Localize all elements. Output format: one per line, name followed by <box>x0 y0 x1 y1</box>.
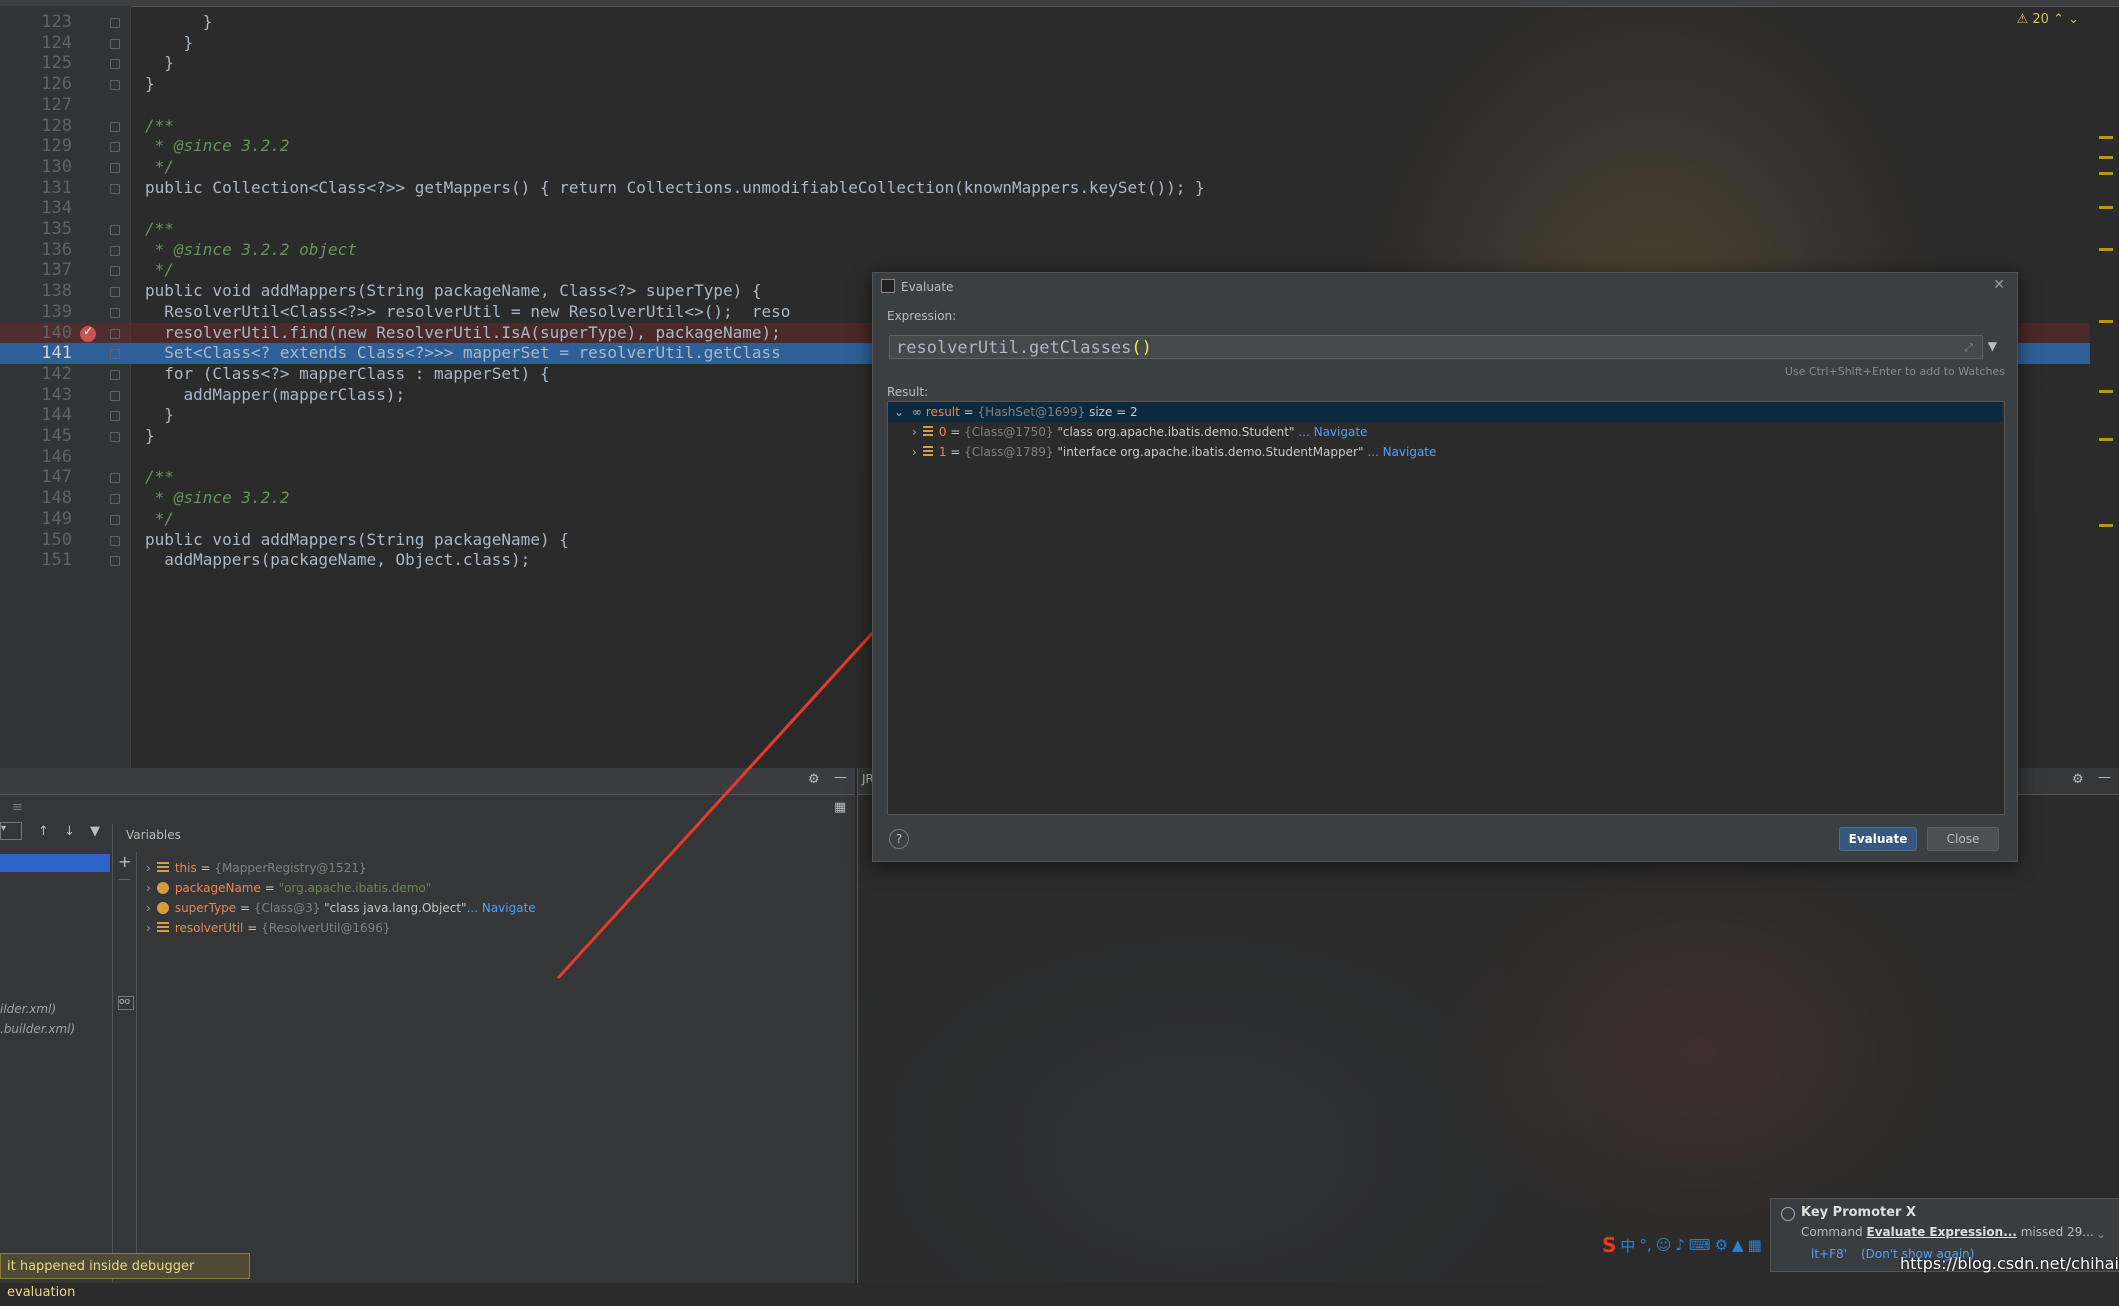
result-tree[interactable]: ⌄ ∞ result = {HashSet@1699} size = 2 › 0 =… <box>887 401 2005 815</box>
sogou-logo-icon[interactable]: S <box>1602 1233 1616 1257</box>
chevron-right-icon[interactable]: › <box>912 445 917 459</box>
item-value: "class org.apache.ibatis.demo.Student" <box>1053 425 1295 439</box>
dialog-title: Evaluate <box>881 279 953 294</box>
shortcut-text: lt+F8' <box>1811 1247 1847 1261</box>
expression-label: Expression: <box>887 309 957 323</box>
result-item-row[interactable]: › 1 = {Class@1789} "interface org.apache.… <box>888 442 2002 462</box>
result-label: Result: <box>887 385 929 399</box>
evaluate-dialog[interactable]: Evaluate ✕ Expression: resolverUtil.getC… <box>872 272 2018 862</box>
keyboard-icon[interactable]: ⌨ <box>1689 1236 1711 1254</box>
field-icon <box>922 446 933 456</box>
expression-parens: () <box>1131 338 1152 358</box>
message-prefix: Command <box>1801 1225 1867 1239</box>
field-icon <box>922 426 933 436</box>
result-ref: {HashSet@1699} <box>977 405 1086 419</box>
intellij-icon <box>881 279 895 293</box>
chevron-down-icon[interactable]: ⌄ <box>894 405 904 419</box>
dialog-title-text: Evaluate <box>901 280 954 294</box>
item-eq: = <box>946 445 965 459</box>
navigate-link[interactable]: ... Navigate <box>1367 445 1436 459</box>
close-icon[interactable]: ✕ <box>1993 277 2005 293</box>
key-promoter-icon <box>1781 1207 1795 1221</box>
expand-icon[interactable]: ⤢ <box>1964 341 1973 355</box>
glasses-icon: ∞ <box>911 405 922 419</box>
grid-icon[interactable]: ▦ <box>1748 1236 1762 1254</box>
result-root-row[interactable]: ⌄ ∞ result = {HashSet@1699} size = 2 <box>888 402 2002 422</box>
result-item-row[interactable]: › 0 = {Class@1750} "class org.apache.ibat… <box>888 422 2002 442</box>
evaluate-button[interactable]: Evaluate <box>1839 827 1917 851</box>
item-ref: {Class@1789} <box>964 445 1054 459</box>
history-dropdown-icon[interactable]: ▼ <box>1988 339 1997 353</box>
result-name: result <box>925 405 960 419</box>
key-promoter-title: Key Promoter X <box>1801 1205 1917 1220</box>
ime-toolbar[interactable]: S 中 °, ☺ ♪ ⌨ ⚙ ▲ ▦ <box>1602 1232 1802 1258</box>
shirt-icon[interactable]: ▲ <box>1732 1236 1744 1254</box>
key-promoter-message: Command Evaluate Expression... missed 29… <box>1801 1225 2094 1239</box>
ime-punctuation[interactable]: °, <box>1639 1236 1651 1254</box>
result-size: size = 2 <box>1085 405 1138 419</box>
watermark: https://blog.csdn.net/chihaihai <box>1900 1254 2119 1273</box>
expression-text: resolverUtil.getClasses <box>896 338 1132 358</box>
chevron-right-icon[interactable]: › <box>912 425 917 439</box>
emoji-icon[interactable]: ☺ <box>1656 1236 1672 1254</box>
help-button[interactable]: ? <box>889 829 909 849</box>
ime-chinese-mode[interactable]: 中 <box>1620 1235 1635 1256</box>
expression-input[interactable]: resolverUtil.getClasses() <box>889 335 1983 359</box>
debugger-toast[interactable]: it happened inside debugger evaluation <box>0 1253 250 1300</box>
command-link[interactable]: Evaluate Expression... <box>1867 1225 2017 1239</box>
close-button[interactable]: Close <box>1927 827 1999 851</box>
item-value: "interface org.apache.ibatis.demo.Studen… <box>1053 445 1364 459</box>
microphone-icon[interactable]: ♪ <box>1675 1236 1685 1254</box>
result-eq: = <box>959 405 978 419</box>
item-ref: {Class@1750} <box>964 425 1054 439</box>
navigate-link[interactable]: ... Navigate <box>1298 425 1367 439</box>
settings-icon[interactable]: ⚙ <box>1715 1236 1728 1254</box>
message-suffix: missed 29... <box>2016 1225 2094 1239</box>
item-eq: = <box>946 425 965 439</box>
watches-hint: Use Ctrl+Shift+Enter to add to Watches <box>1784 365 2005 378</box>
chevron-down-icon[interactable]: ⌄ <box>2096 1227 2106 1241</box>
